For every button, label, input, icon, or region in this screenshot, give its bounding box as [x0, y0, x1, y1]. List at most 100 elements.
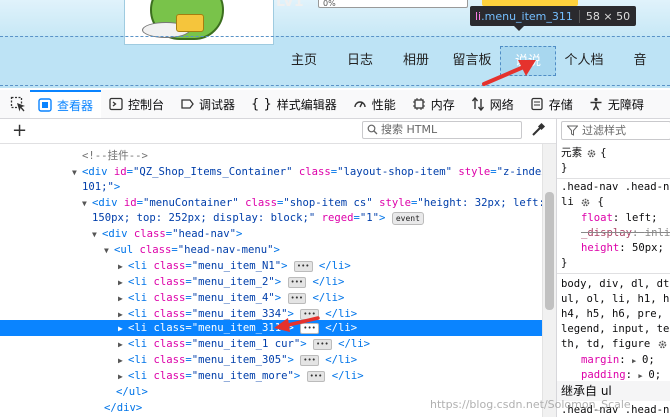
element-picker-button[interactable] [6, 93, 30, 115]
tab-style-editor[interactable]: { } 样式编辑器 [243, 90, 345, 118]
level-progress-bar: 0% [318, 0, 468, 8]
rule2-selector[interactable]: h4, h5, h6, pre, code, [561, 306, 670, 322]
tab-storage[interactable]: 存储 [522, 90, 581, 118]
nav-item-blog[interactable]: 日志 [332, 46, 388, 76]
rule1-selector[interactable]: .head-nav .head-nav-menu [561, 179, 670, 195]
filter-styles-placeholder: 过滤样式 [582, 124, 626, 137]
nav-item-album[interactable]: 相册 [388, 46, 444, 76]
collapsed-content-button[interactable]: ••• [313, 338, 332, 350]
event-badge[interactable]: event [391, 211, 424, 225]
tab-performance-label: 性能 [371, 97, 396, 112]
markup-node-li[interactable]: ▶ <li class="menu_item_more"> ••• </li> [0, 368, 542, 384]
markup-node-shop-items-container[interactable]: ▼ <div id="QZ_Shop_Items_Container" class… [0, 164, 542, 180]
tooltip-arrow [514, 26, 524, 31]
rules-panel: 过滤样式 元素 { } .head-nav .head-nav-menu li … [556, 119, 670, 417]
collapsed-content-button[interactable]: ••• [300, 354, 319, 366]
markup-node-li[interactable]: ▶ <li class="menu_item_2"> ••• </li> [0, 274, 542, 290]
tab-performance[interactable]: 性能 [345, 90, 404, 118]
search-html-placeholder: 搜索 HTML [381, 123, 438, 136]
eyedropper-button[interactable] [530, 122, 546, 138]
markup-node-head-nav[interactable]: ▼ <div class="head-nav"> [0, 226, 542, 242]
markup-node-li[interactable]: ▶ <li class="menu_item_1 cur"> ••• </li> [0, 336, 542, 352]
tab-network[interactable]: 网络 [463, 90, 522, 118]
markup-node-li[interactable]: ▶ <li class="menu_item_N1"> ••• </li> [0, 258, 542, 274]
markup-node-head-nav-menu[interactable]: ▼ <ul class="head-nav-menu"> [0, 242, 542, 258]
collapsed-content-button[interactable]: ••• [287, 276, 307, 288]
tab-inspector[interactable]: 查看器 [30, 90, 102, 118]
element-rule-header[interactable]: 元素 { [561, 145, 670, 161]
nav-item-home[interactable]: 主页 [276, 46, 332, 76]
level-label: LV1 [276, 0, 304, 10]
nav-item-profile[interactable]: 个人档 [556, 46, 612, 76]
tooltip-class: .menu_item_311 [481, 9, 573, 23]
tab-memory-label: 内存 [430, 97, 455, 112]
red-arrow-icon [274, 316, 320, 332]
tooltip-tag: li [475, 9, 482, 23]
tab-inspector-label: 查看器 [57, 98, 94, 113]
tab-debugger[interactable]: 调试器 [172, 90, 243, 118]
search-html-input[interactable]: 搜索 HTML [362, 121, 522, 139]
network-icon [471, 97, 484, 111]
highlight-guide-top [0, 36, 670, 37]
filter-styles-input[interactable]: 过滤样式 [561, 121, 670, 140]
tab-style-editor-label: 样式编辑器 [276, 97, 337, 112]
tab-debugger-label: 调试器 [199, 97, 236, 112]
nav-item-music[interactable]: 音 [612, 46, 668, 76]
collapse-toggle-icon[interactable]: ▼ [104, 243, 114, 259]
rule1-prop-display-disabled[interactable]: _display: inline; [581, 225, 670, 241]
markup-node-continuation: 101;"> [82, 181, 121, 193]
watermark-text: https://blog.csdn.net/Solomon_Scale [430, 398, 631, 411]
expand-toggle-icon[interactable]: ▶ [118, 275, 128, 291]
rule1-selector-line2[interactable]: li { [561, 194, 670, 210]
devtools-toolbar: 查看器 控制台 调试器 { } 样式编辑器 性能 内存 网络 存储 无障碍 [0, 90, 670, 119]
expand-toggle-icon[interactable]: ▶ [118, 321, 128, 337]
rule2-selector[interactable]: th, td, figure [561, 336, 670, 352]
rule2-selector[interactable]: body, div, dl, dt, dd, [561, 276, 670, 292]
debugger-icon [181, 99, 194, 109]
collapsed-content-button[interactable]: ••• [306, 370, 326, 382]
markup-scrollbar-thumb[interactable] [545, 192, 554, 310]
gear-icon[interactable] [580, 197, 591, 208]
markup-scrollbar[interactable] [542, 144, 557, 417]
gear-icon[interactable] [586, 148, 597, 159]
markup-comment-line[interactable]: <!--挂件--> [0, 148, 542, 164]
expand-toggle-icon[interactable]: ▶ [118, 369, 128, 385]
markup-node-menu-container[interactable]: ▼ <div id="menuContainer" class="shop-ite… [0, 195, 542, 211]
inspector-icon [38, 98, 52, 112]
tab-console[interactable]: 控制台 [101, 90, 172, 118]
gear-icon[interactable] [657, 339, 668, 350]
console-icon [109, 97, 123, 111]
rule2-selector[interactable]: legend, input, textarea, [561, 321, 670, 337]
tab-memory[interactable]: 内存 [404, 90, 463, 118]
collapsed-content-button[interactable]: ••• [293, 260, 313, 272]
highlight-guide-bottom [0, 85, 670, 86]
tab-network-label: 网络 [489, 97, 514, 112]
rule2-prop-margin[interactable]: margin: ▶ 0; [581, 352, 670, 368]
add-node-button[interactable]: + [12, 120, 27, 141]
collapsed-content-button[interactable]: ••• [287, 292, 307, 304]
markup-tree: <!--挂件--> ▼ <div id="QZ_Shop_Items_Contai… [0, 144, 542, 417]
element-highlight-tooltip: li .menu_item_311 58 × 50 [470, 6, 637, 31]
comment-text: <!--挂件--> [82, 150, 148, 162]
rule1-prop-height[interactable]: height: 50px; [581, 240, 670, 256]
collapse-toggle-icon[interactable]: ▼ [92, 227, 102, 243]
rule-separator [557, 273, 670, 274]
page-preview: LV1 0% 主页 日志 相册 留言板 说说 个人档 音 li.menu_ite… [0, 0, 670, 88]
rule1-prop-float[interactable]: float: left; [581, 210, 670, 226]
tab-storage-label: 存储 [548, 97, 573, 112]
markup-node-li[interactable]: ▶ <li class="menu_item_4"> ••• </li> [0, 290, 542, 306]
markup-node-li[interactable]: ▶ <li class="menu_item_305"> ••• </li> [0, 352, 542, 368]
memory-icon [412, 98, 425, 110]
expand-toggle-icon[interactable]: ▶ [118, 259, 128, 275]
element-rule-close: } [561, 162, 568, 174]
performance-icon [354, 101, 366, 108]
tab-accessibility[interactable]: 无障碍 [581, 90, 652, 118]
search-icon [367, 124, 378, 135]
expand-toggle-icon[interactable]: ▶ [118, 291, 128, 307]
tab-console-label: 控制台 [128, 97, 165, 112]
element-picker-icon [10, 96, 25, 112]
rule2-selector[interactable]: ul, ol, li, h1, h2, h3, [561, 291, 670, 307]
expand-toggle-icon[interactable]: ▶ [118, 337, 128, 353]
frog-cup-image [176, 14, 204, 32]
expand-toggle-icon[interactable]: ▶ [118, 353, 128, 369]
